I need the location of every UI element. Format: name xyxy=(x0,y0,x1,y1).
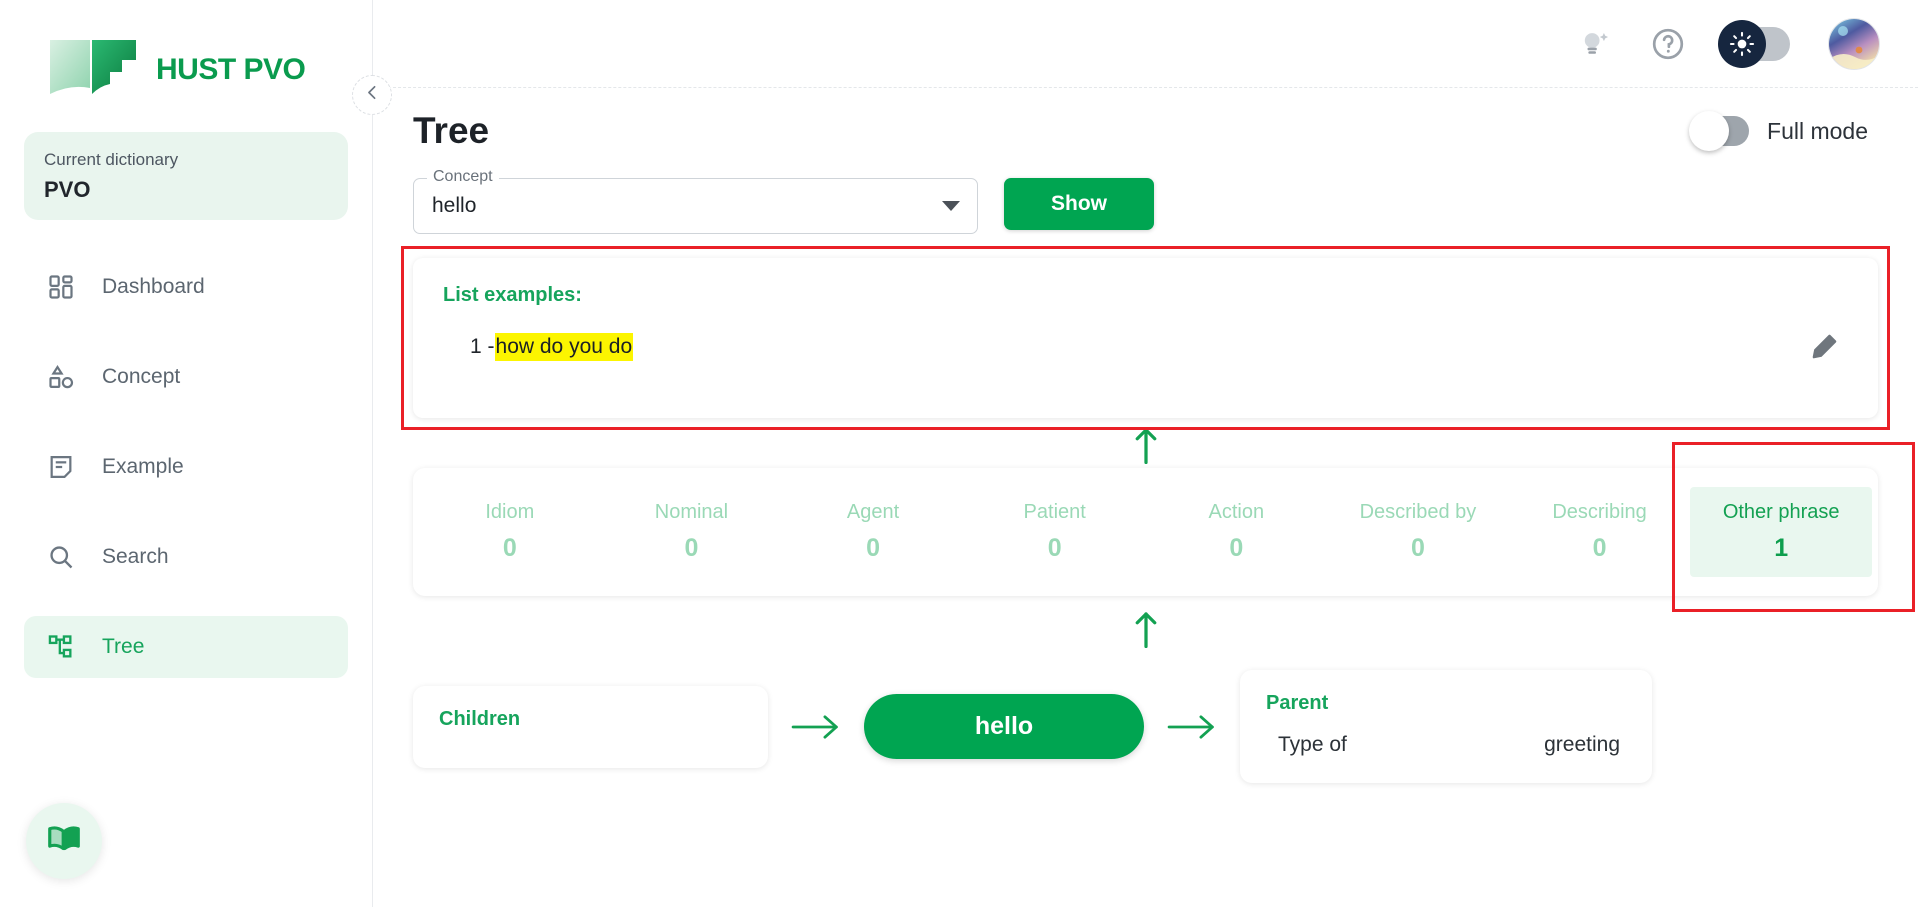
stat-label: Describing xyxy=(1552,501,1647,523)
book-icon xyxy=(45,820,83,863)
stat-label: Other phrase xyxy=(1722,501,1840,523)
stat-value: 0 xyxy=(1047,534,1062,562)
app-root: HUST PVO Current dictionary PVO Dashboar… xyxy=(0,0,1918,907)
sidebar-item-dashboard[interactable]: Dashboard xyxy=(24,256,348,318)
brand-logo[interactable]: HUST PVO xyxy=(0,0,372,112)
stat-label: Patient xyxy=(1023,501,1086,523)
lightbulb-sparkle-icon[interactable] xyxy=(1578,27,1612,61)
dictionary-value: PVO xyxy=(44,177,91,202)
dashboard-grid-icon xyxy=(46,272,76,302)
sidebar-item-example[interactable]: Example xyxy=(24,436,348,498)
children-card: Children xyxy=(413,685,768,768)
parent-relation-row[interactable]: Type of greeting xyxy=(1266,733,1626,757)
example-text: how do you do xyxy=(494,333,634,361)
stat-value: 0 xyxy=(684,534,699,562)
parent-relation-value: greeting xyxy=(1544,733,1620,756)
chevron-down-icon xyxy=(942,201,960,211)
full-mode-toggle[interactable] xyxy=(1689,111,1750,151)
pencil-icon[interactable] xyxy=(1810,331,1840,366)
brand-name: HUST PVO xyxy=(156,53,306,86)
stat-agent[interactable]: Agent 0 xyxy=(782,487,964,577)
magnifier-icon xyxy=(46,542,76,572)
stat-label: Described by xyxy=(1359,501,1477,523)
sidebar-item-label: Tree xyxy=(102,635,145,658)
stat-value: 0 xyxy=(1592,534,1607,562)
concept-select-value: hello xyxy=(432,194,477,217)
stat-action[interactable]: Action 0 xyxy=(1146,487,1328,577)
examples-section: List examples: 1 - how do you do xyxy=(401,246,1890,430)
tree-hierarchy-icon xyxy=(46,632,76,662)
page-content: Tree Full mode Concept hello Show List e… xyxy=(373,88,1918,793)
tree-diagram-row: Children hello Parent Type of greeting xyxy=(413,670,1878,793)
current-dictionary-card: Current dictionary PVO xyxy=(24,132,348,220)
sidebar-item-label: Dashboard xyxy=(102,275,205,298)
sidebar-item-search[interactable]: Search xyxy=(24,526,348,588)
arrow-right-icon-parent xyxy=(1144,713,1240,741)
stat-idiom[interactable]: Idiom 0 xyxy=(419,487,601,577)
sidebar-item-tree[interactable]: Tree xyxy=(24,616,348,678)
sidebar-collapse-button[interactable] xyxy=(352,75,392,115)
stat-value: 0 xyxy=(1229,534,1244,562)
example-index: 1 - xyxy=(470,335,495,358)
stat-value: 0 xyxy=(866,534,881,562)
toggle-knob xyxy=(1689,111,1730,151)
chevron-left-icon xyxy=(364,84,381,107)
stats-section: Idiom 0 Nominal 0 Agent 0 Patient 0 Acti… xyxy=(413,442,1915,612)
sun-icon xyxy=(1718,19,1766,68)
stat-label: Idiom xyxy=(485,501,535,523)
stat-label: Agent xyxy=(846,501,900,523)
children-title: Children xyxy=(439,707,521,730)
sidebar-item-label: Concept xyxy=(102,365,181,388)
arrow-up-examples xyxy=(413,426,1878,464)
dictionary-label: Current dictionary xyxy=(44,150,179,169)
tree-node-current[interactable]: hello xyxy=(864,694,1144,759)
main-area: Tree Full mode Concept hello Show List e… xyxy=(373,0,1918,907)
stat-label: Action xyxy=(1208,501,1265,523)
sidebar-item-concept[interactable]: Concept xyxy=(24,346,348,408)
concept-controls: Concept hello Show xyxy=(413,168,1878,234)
arrow-up-tree xyxy=(413,610,1878,648)
question-circle-icon[interactable] xyxy=(1650,26,1686,62)
concept-select-legend: Concept xyxy=(427,168,499,186)
theme-toggle[interactable] xyxy=(1718,19,1790,68)
stat-patient[interactable]: Patient 0 xyxy=(964,487,1146,577)
stat-describing[interactable]: Describing 0 xyxy=(1509,487,1691,577)
stat-label: Nominal xyxy=(654,501,729,523)
parent-card: Parent Type of greeting xyxy=(1240,670,1652,783)
sidebar-nav: Dashboard Concept Example Search Tree xyxy=(0,256,372,678)
sidebar-item-label: Example xyxy=(102,455,184,478)
show-button[interactable]: Show xyxy=(1004,178,1154,230)
examples-card: List examples: 1 - how do you do xyxy=(413,258,1878,418)
parent-title: Parent xyxy=(1266,692,1329,714)
examples-title: List examples: xyxy=(443,284,582,306)
example-list-item: 1 - how do you do xyxy=(443,333,1848,361)
stat-value: 0 xyxy=(1410,534,1425,562)
page-title: Tree xyxy=(413,110,490,151)
concept-select[interactable]: Concept hello xyxy=(413,168,978,234)
stat-nominal[interactable]: Nominal 0 xyxy=(601,487,783,577)
avatar[interactable] xyxy=(1828,17,1880,70)
page-header-row: Tree Full mode xyxy=(413,110,1878,152)
note-document-icon xyxy=(46,452,76,482)
stat-other-phrase[interactable]: Other phrase 1 xyxy=(1690,487,1872,577)
sidebar-item-label: Search xyxy=(102,545,169,568)
shapes-icon xyxy=(46,362,76,392)
dictionary-fab-button[interactable] xyxy=(26,803,102,879)
stat-described-by[interactable]: Described by 0 xyxy=(1327,487,1509,577)
stats-card: Idiom 0 Nominal 0 Agent 0 Patient 0 Acti… xyxy=(413,468,1878,596)
open-book-icon xyxy=(46,34,142,106)
parent-relation-key: Type of xyxy=(1278,733,1347,756)
stat-value: 0 xyxy=(502,534,517,562)
sidebar: HUST PVO Current dictionary PVO Dashboar… xyxy=(0,0,392,907)
full-mode-label: Full mode xyxy=(1767,117,1868,144)
full-mode-control[interactable]: Full mode xyxy=(1689,111,1878,151)
stat-value: 1 xyxy=(1774,534,1789,562)
arrow-right-icon-children xyxy=(768,713,864,741)
top-bar xyxy=(373,0,1918,88)
